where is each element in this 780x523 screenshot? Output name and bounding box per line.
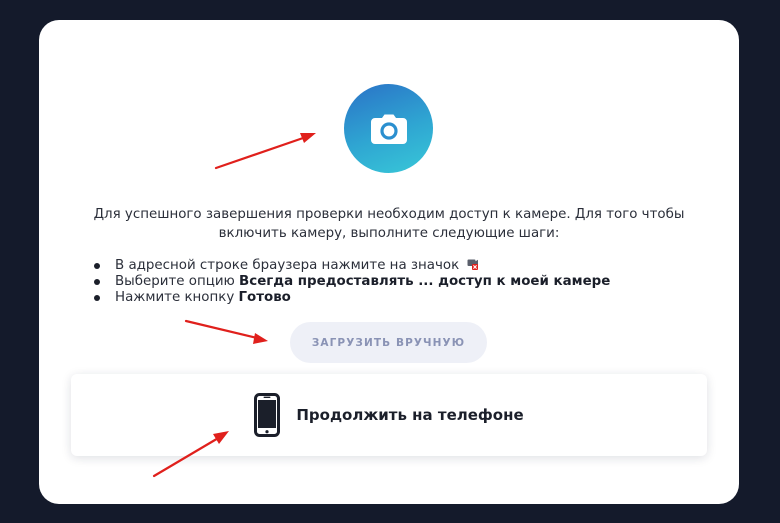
- list-item: В адресной строке браузера нажмите на зн…: [93, 258, 610, 274]
- list-item: Нажмите кнопку Готово: [93, 290, 610, 306]
- step-3-button-name: Готово: [238, 290, 291, 305]
- camera-access-instructions: Для успешного завершения проверки необхо…: [93, 207, 685, 241]
- camera-blocked-icon: [467, 259, 479, 270]
- step-1-text: В адресной строке браузера нажмите на зн…: [115, 258, 460, 273]
- step-2-option-name: Всегда предоставлять ... доступ к моей к…: [239, 274, 611, 289]
- step-2-text: Выберите опцию: [115, 274, 240, 289]
- list-item: Выберите опцию Всегда предоставлять ... …: [93, 274, 611, 290]
- camera-icon-circle: [344, 84, 433, 173]
- upload-manually-button[interactable]: ЗАГРУЗИТЬ ВРУЧНУЮ: [290, 322, 487, 363]
- camera-permission-card: Для успешного завершения проверки необхо…: [39, 20, 739, 504]
- step-3-text: Нажмите кнопку: [115, 290, 239, 305]
- instruction-steps-list: В адресной строке браузера нажмите на зн…: [93, 258, 611, 306]
- camera-icon: [370, 114, 407, 144]
- continue-on-phone-label: Продолжить на телефоне: [296, 406, 524, 424]
- continue-on-phone-button[interactable]: Продолжить на телефоне: [71, 374, 707, 456]
- smartphone-icon: [254, 393, 281, 437]
